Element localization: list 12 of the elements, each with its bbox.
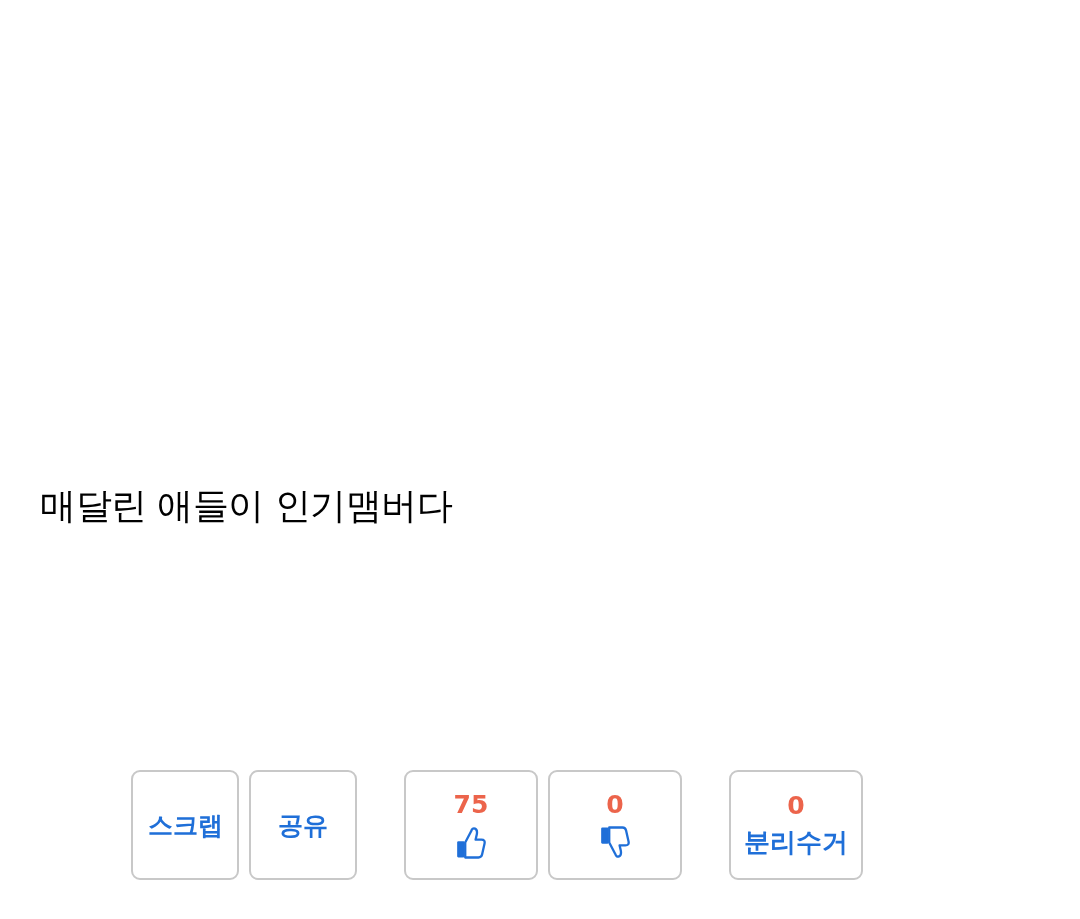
thumbs-down-icon xyxy=(600,824,630,860)
like-button[interactable]: 75 xyxy=(404,770,538,880)
post-text: 매달린 애들이 인기맴버다 xyxy=(40,484,454,528)
action-button[interactable]: 공유 xyxy=(249,770,357,880)
dislike-button[interactable]: 0 xyxy=(548,770,682,880)
action-button[interactable]: 스크랩 xyxy=(131,770,239,880)
vote-count: 75 xyxy=(453,790,489,819)
vote-count: 0 xyxy=(606,790,624,819)
recycle-button[interactable]: 0 분리수거 xyxy=(729,770,863,880)
recycle-label: 분리수거 xyxy=(744,826,848,858)
recycle-count: 0 xyxy=(787,792,805,820)
thumbs-up-icon xyxy=(456,824,486,860)
